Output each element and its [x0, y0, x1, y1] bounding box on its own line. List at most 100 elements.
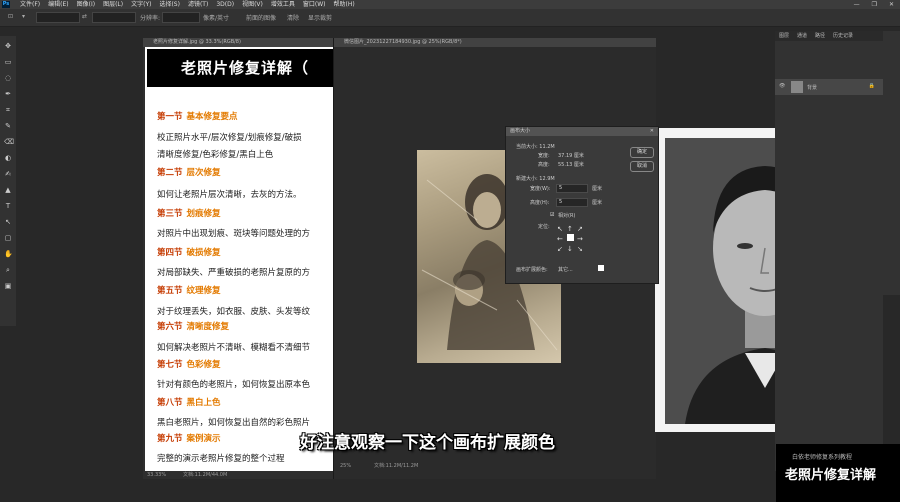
eye-icon[interactable]: 👁	[779, 83, 785, 89]
svg-text:→: →	[577, 235, 583, 243]
menu-item[interactable]: 编辑(E)	[48, 0, 68, 9]
svg-text:↑: ↑	[567, 225, 573, 233]
options-bar: ⊡ ▾ ⇄ 分辨率: 像素/英寸 前面的图像 清除 显示裁剪	[0, 9, 900, 27]
hand-icon[interactable]: ✋	[4, 250, 13, 258]
section-description: 黑白老照片，如何恢复出自然的彩色照片	[157, 418, 311, 428]
menu-item[interactable]: 3D(D)	[216, 0, 234, 9]
menu-items: 文件(F) 编辑(E) 图像(I) 图层(L) 文字(Y) 选择(S) 滤镜(T) 3D(D)…	[20, 0, 355, 9]
section-name: 黑白上色	[186, 398, 221, 408]
resolution-unit[interactable]: 像素/英寸	[203, 13, 229, 22]
close-icon[interactable]: ✕	[889, 0, 894, 9]
select-icon[interactable]: ↖	[4, 218, 12, 226]
panel-tab[interactable]: 通道	[797, 31, 807, 41]
section-heading: 第九节 案例演示	[157, 432, 221, 444]
show-crop-checkbox[interactable]: 显示裁剪	[308, 13, 332, 22]
dialog-title: 画布大小	[506, 127, 658, 136]
lasso-icon[interactable]: ◌	[4, 74, 12, 82]
panel-tab[interactable]: 路径	[815, 31, 825, 41]
dodge-icon[interactable]: ◐	[4, 154, 12, 162]
tools-panel: ✥ ▭ ◌ ✒ ⌗ ✎ ⌫ ◐ ✍ ▲ T ↖ ▢ ✋ ⌕ ▣	[0, 36, 16, 326]
relative-checkbox-label: 相对(R)	[558, 213, 576, 219]
panel-tabs: 图层 通道 路径 历史记录	[775, 31, 883, 41]
panel-tab[interactable]: 图层	[779, 31, 789, 41]
section-description: 对于纹理丢失，如衣服、皮肤、头发等纹	[157, 307, 311, 317]
marquee-icon[interactable]: ▭	[4, 58, 12, 66]
brand-subtitle: 白依老师修复系列教程	[792, 454, 853, 461]
menu-item[interactable]: 增效工具	[271, 0, 295, 9]
panel-tab[interactable]: 历史记录	[833, 31, 853, 41]
width-input[interactable]	[36, 12, 80, 23]
new-height-label: 高度(H):	[530, 200, 550, 206]
width-unit-select[interactable]: 厘米	[592, 185, 602, 192]
svg-text:↓: ↓	[567, 245, 573, 253]
ratio-dropdown-icon[interactable]: ▾	[22, 13, 25, 20]
pen-icon[interactable]: ✍	[4, 170, 12, 178]
mask-icon[interactable]: ▣	[4, 282, 12, 290]
zoom-icon[interactable]: ⌕	[4, 266, 12, 274]
height-input[interactable]	[92, 12, 136, 23]
photoshop-app-icon[interactable]: Ps	[2, 1, 10, 8]
new-height-input[interactable]: 5	[556, 198, 588, 207]
menu-item[interactable]: 视图(V)	[242, 0, 263, 9]
brand-title: 老照片修复详解	[785, 468, 877, 483]
menu-item[interactable]: 滤镜(T)	[188, 0, 208, 9]
shape-icon[interactable]: ▢	[4, 234, 12, 242]
document-canvas-1: 老照片修复详解（ 第一节 基本修复要点 校正照片水平/层次修复/划痕修复/破损 清晰度…	[145, 47, 333, 471]
cancel-button[interactable]: 取消	[630, 161, 654, 172]
front-image-button[interactable]: 前面的图像	[246, 13, 276, 22]
menu-item[interactable]: 文字(Y)	[131, 0, 151, 9]
menu-item[interactable]: 窗口(W)	[303, 0, 326, 9]
new-width-input[interactable]: 5	[556, 184, 588, 193]
menu-item[interactable]: 帮助(H)	[334, 0, 355, 9]
section-description: 清晰度修复/色彩修复/黑白上色	[157, 150, 274, 160]
section-name: 案例演示	[186, 434, 221, 444]
svg-text:↗: ↗	[577, 225, 583, 233]
anchor-label: 定位:	[538, 224, 550, 230]
svg-text:↘: ↘	[577, 245, 583, 253]
clear-button[interactable]: 清除	[287, 13, 299, 22]
brand-watermark: 白依老师修复系列教程 老照片修复详解	[776, 444, 900, 502]
crop-icon[interactable]: ⌗	[4, 106, 12, 114]
height-unit-select[interactable]: 厘米	[592, 199, 602, 206]
section-name: 基本修复要点	[186, 112, 238, 122]
eraser-icon[interactable]: ⌫	[4, 138, 14, 146]
menu-item[interactable]: 文件(F)	[20, 0, 40, 9]
section-number: 第五节	[157, 286, 183, 296]
ok-button[interactable]: 确定	[630, 147, 654, 158]
section-description: 对照片中出现划痕、斑块等问题处理的方	[157, 229, 311, 239]
menu-item[interactable]: 选择(S)	[159, 0, 180, 9]
section-name: 色彩修复	[186, 360, 221, 370]
move-icon[interactable]: ✥	[4, 42, 12, 50]
layer-thumbnail	[791, 81, 803, 93]
swap-icon[interactable]: ⇄	[82, 13, 87, 20]
minimize-icon[interactable]: —	[854, 0, 860, 9]
section-description: 针对有颜色的老照片，如何恢复出原本色	[157, 380, 311, 390]
menu-item[interactable]: 图层(L)	[103, 0, 123, 9]
zoom-level-2[interactable]: 25%	[340, 462, 351, 470]
window-controls: — ❐ ✕	[854, 0, 894, 9]
ext-color-swatch[interactable]	[598, 265, 604, 271]
document-tab-1[interactable]: 老照片修复详解.jpg @ 33.3%(RGB/8)	[143, 38, 335, 47]
section-number: 第六节	[157, 322, 183, 332]
zoom-level[interactable]: 33.33%	[147, 471, 166, 479]
new-size-label: 新建大小: 12.9M	[516, 176, 555, 182]
anchor-grid[interactable]: ↖ ↑ ↗ ← → ↙ ↓ ↘	[556, 223, 586, 253]
type-icon[interactable]: T	[4, 202, 12, 210]
path-icon[interactable]: ▲	[4, 186, 12, 194]
current-height-value: 55.13 厘米	[558, 162, 584, 168]
relative-checkbox-icon[interactable]: ☑	[550, 212, 554, 218]
brush-icon[interactable]: ✎	[4, 122, 12, 130]
wand-icon[interactable]: ✒	[4, 90, 12, 98]
crop-tool-icon[interactable]: ⊡	[8, 13, 13, 20]
menu-item[interactable]: 图像(I)	[77, 0, 95, 9]
svg-text:↖: ↖	[557, 225, 563, 233]
resolution-input[interactable]	[162, 12, 200, 23]
document-tab-2[interactable]: 微信图片_20231227184930.jpg @ 25%(RGB/8*)	[334, 38, 656, 47]
ext-color-select[interactable]: 其它...	[558, 266, 573, 273]
maximize-icon[interactable]: ❐	[872, 0, 877, 9]
document-window-1: 老照片修复详解.jpg @ 33.3%(RGB/8) 老照片修复详解（ 第一节基…	[143, 38, 335, 479]
dialog-close-icon[interactable]: ✕	[650, 128, 654, 134]
layer-row[interactable]: 👁 背景 🔒	[775, 79, 883, 95]
section-number: 第四节	[157, 248, 183, 258]
document-size: 文档:11.2M/44.0M	[183, 472, 228, 478]
